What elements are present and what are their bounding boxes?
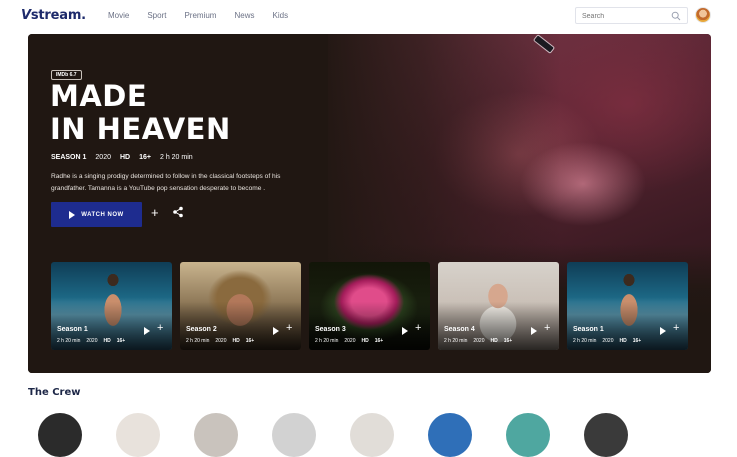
play-icon[interactable] xyxy=(402,327,408,335)
thumbnail-shade xyxy=(51,262,172,350)
watch-now-button[interactable]: WATCH NOW xyxy=(51,202,142,227)
show-title: MADE IN HEAVEN xyxy=(50,80,320,146)
nav-item-news[interactable]: News xyxy=(234,11,254,20)
crew-list xyxy=(38,413,662,457)
season-card[interactable]: Season 3 + 2 h 20 min 2020 HD 16+ xyxy=(309,262,430,350)
season-duration: 2 h 20 min xyxy=(315,338,339,344)
search-box xyxy=(575,7,688,24)
season-year: 2020 xyxy=(473,338,485,344)
season-year: 2020 xyxy=(86,338,98,344)
crew-avatar[interactable] xyxy=(194,413,238,457)
logo[interactable]: Vstream. xyxy=(21,8,86,23)
season-card[interactable]: Season 1 + 2 h 20 min 2020 HD 16+ xyxy=(567,262,688,350)
season-meta: 2 h 20 min 2020 HD 16+ xyxy=(444,338,518,344)
season-card[interactable]: Season 4 + 2 h 20 min 2020 HD 16+ xyxy=(438,262,559,350)
crew-avatar[interactable] xyxy=(506,413,550,457)
season-year: 2020 xyxy=(344,338,356,344)
thumbnail-shade xyxy=(567,262,688,350)
season-card[interactable]: Season 1 + 2 h 20 min 2020 HD 16+ xyxy=(51,262,172,350)
top-navigation: Vstream. Movie Sport Premium News Kids xyxy=(0,0,737,32)
crew-avatar[interactable] xyxy=(38,413,82,457)
main-menu: Movie Sport Premium News Kids xyxy=(108,11,306,20)
season-meta: 2 h 20 min 2020 HD 16+ xyxy=(573,338,647,344)
add-icon[interactable]: + xyxy=(157,323,163,334)
meta-quality: HD xyxy=(119,154,131,161)
play-icon[interactable] xyxy=(660,327,666,335)
season-year: 2020 xyxy=(602,338,614,344)
season-title: Season 3 xyxy=(315,326,346,333)
title-line-1: MADE xyxy=(50,79,148,113)
nav-item-movie[interactable]: Movie xyxy=(108,11,129,20)
play-icon[interactable] xyxy=(273,327,279,335)
nav-item-premium[interactable]: Premium xyxy=(184,11,216,20)
season-quality: HD xyxy=(232,338,240,344)
season-age: 16+ xyxy=(245,338,255,344)
thumbnail-shade xyxy=(438,262,559,350)
season-card[interactable]: Season 2 + 2 h 20 min 2020 HD 16+ xyxy=(180,262,301,350)
meta-duration: 2 h 20 min xyxy=(159,154,193,161)
title-line-2: IN HEAVEN xyxy=(50,112,231,146)
season-quality: HD xyxy=(490,338,498,344)
watch-now-label: WATCH NOW xyxy=(81,211,124,218)
meta-season: SEASON 1 xyxy=(51,154,87,161)
logo-mark: V xyxy=(21,8,31,23)
search-input[interactable] xyxy=(582,11,668,21)
season-quality: HD xyxy=(103,338,111,344)
thumbnail-shade xyxy=(180,262,301,350)
season-quality: HD xyxy=(619,338,627,344)
show-description: Radhe is a singing prodigy determined to… xyxy=(51,173,281,192)
season-age: 16+ xyxy=(374,338,384,344)
season-quality: HD xyxy=(361,338,369,344)
add-icon[interactable]: + xyxy=(286,323,292,334)
season-title: Season 1 xyxy=(57,326,88,333)
crew-heading: The Crew xyxy=(28,387,81,398)
user-avatar[interactable] xyxy=(695,7,711,23)
add-to-list-icon[interactable]: + xyxy=(151,206,159,219)
season-age: 16+ xyxy=(632,338,642,344)
meta-age: 16+ xyxy=(139,154,151,161)
season-age: 16+ xyxy=(503,338,513,344)
crew-avatar[interactable] xyxy=(272,413,316,457)
nav-item-kids[interactable]: Kids xyxy=(273,11,289,20)
season-title: Season 1 xyxy=(573,326,604,333)
play-icon[interactable] xyxy=(144,327,150,335)
season-duration: 2 h 20 min xyxy=(186,338,210,344)
season-meta: 2 h 20 min 2020 HD 16+ xyxy=(57,338,131,344)
nav-item-sport[interactable]: Sport xyxy=(147,11,166,20)
add-icon[interactable]: + xyxy=(544,323,550,334)
crew-avatar[interactable] xyxy=(584,413,628,457)
season-duration: 2 h 20 min xyxy=(444,338,468,344)
play-icon[interactable] xyxy=(531,327,537,335)
season-meta: 2 h 20 min 2020 HD 16+ xyxy=(186,338,260,344)
play-icon xyxy=(69,210,76,219)
thumbnail-shade xyxy=(309,262,430,350)
season-duration: 2 h 20 min xyxy=(57,338,81,344)
meta-year: 2020 xyxy=(95,154,111,161)
share-icon[interactable] xyxy=(172,206,184,218)
season-duration: 2 h 20 min xyxy=(573,338,597,344)
crew-avatar[interactable] xyxy=(116,413,160,457)
season-list: Season 1 + 2 h 20 min 2020 HD 16+ Season… xyxy=(51,262,688,350)
season-meta: 2 h 20 min 2020 HD 16+ xyxy=(315,338,389,344)
logo-text: stream. xyxy=(30,8,86,23)
season-age: 16+ xyxy=(116,338,126,344)
add-icon[interactable]: + xyxy=(673,323,679,334)
season-year: 2020 xyxy=(215,338,227,344)
show-meta: SEASON 1 2020 HD 16+ 2 h 20 min xyxy=(51,154,202,161)
season-title: Season 4 xyxy=(444,326,475,333)
crew-avatar[interactable] xyxy=(428,413,472,457)
crew-avatar[interactable] xyxy=(350,413,394,457)
search-icon[interactable] xyxy=(671,11,681,21)
hero-banner: IMDb 6.7 MADE IN HEAVEN SEASON 1 2020 HD… xyxy=(28,34,711,373)
add-icon[interactable]: + xyxy=(415,323,421,334)
season-title: Season 2 xyxy=(186,326,217,333)
